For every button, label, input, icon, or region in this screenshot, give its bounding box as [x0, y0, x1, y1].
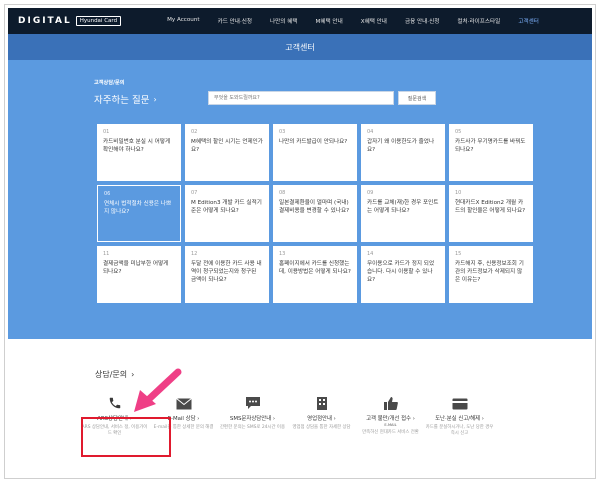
faq-card-text: M Edition3 개발 카드 실적기준은 어떻게 되나요?	[191, 200, 262, 215]
faq-card-number: 02	[191, 129, 198, 135]
faq-card-text: 무이용으로 카드가 정지 되었습니다. 다시 이용할 수 있나요?	[367, 261, 435, 284]
faq-card-number: 11	[103, 251, 110, 257]
page-title: 고객센터	[285, 42, 315, 52]
nav-item-culture[interactable]: 컬처·라이프스타일	[457, 17, 500, 25]
service-complaint[interactable]: 고객 불만/개선 접수 › E-MAIL 만족하신 현대카드 서비스 전환	[356, 395, 425, 437]
service-email[interactable]: E-Mail 상담 › E-mail을 통한 상세한 문의 해결	[149, 395, 218, 437]
phone-icon	[108, 395, 122, 410]
chat-icon	[245, 395, 261, 410]
search-button[interactable]: 질문검색	[398, 91, 436, 105]
search-input[interactable]	[208, 91, 394, 105]
service-branch[interactable]: 영업점안내 › 영업점 상담을 통한 자세한 상담	[287, 395, 356, 437]
faq-card[interactable]: 03 나만의 카드발급이 안되나요?	[273, 124, 357, 181]
service-label: SMS문자상담안내 ›	[229, 416, 276, 422]
service-description: E-mail을 통한 상세한 문의 해결	[153, 425, 214, 430]
faq-card-number: 04	[367, 129, 374, 135]
logo-badge: Hyundai Card	[75, 16, 122, 26]
breadcrumb: 고객상담/문의	[94, 80, 125, 86]
page-title-bar: 고객센터	[8, 34, 592, 60]
faq-card-number: 01	[103, 129, 110, 135]
faq-card[interactable]: 12 두달 전에 이용한 카드 사용 내역이 청구되었는지와 청구된 금액이 되나…	[185, 246, 269, 303]
service-label: 고객 불만/개선 접수 ›	[366, 416, 415, 422]
service-label: ARS상담안내 ›	[97, 416, 132, 422]
faq-card-text: 연체시 법적절차 신용은 나쁘지 않나요?	[104, 201, 172, 216]
faq-card-text: M혜택의 할인 시기는 언제인가요?	[191, 139, 263, 154]
nav-item-my-account[interactable]: My Account	[167, 17, 200, 25]
faq-card-text: 카드사가 무기명카드를 바꿔도 되나요?	[455, 139, 526, 154]
faq-card-number: 14	[367, 251, 374, 257]
faq-card-number: 12	[191, 251, 198, 257]
service-description: 간편한 문의는 SMS로 24시간 이용	[220, 425, 285, 430]
service-label: 도난·분실 신고/해제 ›	[435, 416, 484, 422]
mail-icon	[175, 395, 192, 410]
faq-card-number: 07	[191, 190, 198, 196]
faq-card[interactable]: 08 일본결제환율이 얼마며 (국내)결제비용을 변경할 수 있나요?	[273, 185, 357, 242]
faq-card-number: 15	[455, 251, 462, 257]
logo[interactable]: DIGITAL Hyundai Card	[18, 16, 122, 26]
faq-card[interactable]: 01 카드비밀번호 분실 시 어떻게 확인해야 하나요?	[97, 124, 181, 181]
nav-items: My Account 카드 안내·신청 나만의 혜택 M혜택 안내 X혜택 안내…	[167, 17, 557, 25]
service-label: E-Mail 상담 ›	[167, 416, 200, 422]
faq-card-text: 홈페이지에서 카드를 신청했는데, 이용방법은 어떻게 되나요?	[279, 261, 351, 276]
nav-item-card-info[interactable]: 카드 안내·신청	[218, 17, 252, 25]
service-description: 영업점 상담을 통한 자세한 상담	[292, 425, 351, 430]
nav-item-my-benefits[interactable]: 나만의 혜택	[270, 17, 298, 25]
faq-grid: 01 카드비밀번호 분실 시 어떻게 확인해야 하나요? 02 M혜택의 할인 시기…	[97, 124, 533, 303]
faq-card[interactable]: 09 카드를 교체(재)한 경우 포인트는 어떻게 되나요?	[361, 185, 445, 242]
building-icon	[316, 395, 328, 410]
faq-card[interactable]: 04 갑자기 왜 이용한도가 줄었나요?	[361, 124, 445, 181]
consult-heading-label: 상담/문의	[95, 370, 128, 379]
faq-card-text: 일본결제환율이 얼마며 (국내)결제비용을 변경할 수 있나요?	[279, 200, 350, 215]
faq-card[interactable]: 10 현대카드X Edition2 개월 카드의 할인율은 어떻게 되나요?	[449, 185, 533, 242]
nav-item-customer-center[interactable]: 고객센터	[518, 17, 539, 25]
faq-card[interactable]: 13 홈페이지에서 카드를 신청했는데, 이용방법은 어떻게 되나요?	[273, 246, 357, 303]
faq-card-text: 갑자기 왜 이용한도가 줄었나요?	[367, 139, 435, 154]
faq-card[interactable]: 15 카드해지 후, 신용정보조회 기관의 카드정보가 삭제되지 않은 이유는?	[449, 246, 533, 303]
faq-card-number: 08	[279, 190, 286, 196]
faq-card[interactable]: 11 결제금액을 미납부한 어떻게 되나요?	[97, 246, 181, 303]
nav-item-m-benefits[interactable]: M혜택 안내	[316, 17, 343, 25]
faq-card-text: 결제금액을 미납부한 어떻게 되나요?	[103, 261, 169, 276]
card-icon	[452, 395, 468, 410]
service-description: ARS 상담안내, 서비스 정, 이용가이드 확인	[81, 425, 148, 437]
faq-card-text: 나만의 카드발급이 안되나요?	[279, 139, 348, 146]
service-sublabel: E-MAIL	[384, 423, 397, 427]
faq-card[interactable]: 02 M혜택의 할인 시기는 언제인가요?	[185, 124, 269, 181]
thumbs-up-icon	[383, 395, 398, 410]
faq-card-selected[interactable]: 06 연체시 법적절차 신용은 나쁘지 않나요?	[97, 185, 181, 242]
service-description: 카드를 분실하시거나, 도난 당한 경우 즉시 신고	[425, 425, 494, 437]
faq-card-number: 10	[455, 190, 462, 196]
faq-card[interactable]: 05 카드사가 무기명카드를 바꿔도 되나요?	[449, 124, 533, 181]
faq-card-text: 현대카드X Edition2 개월 카드의 할인율은 어떻게 되나요?	[455, 200, 526, 215]
faq-card-text: 카드를 교체(재)한 경우 포인트는 어떻게 되나요?	[367, 200, 439, 215]
faq-card-number: 05	[455, 129, 462, 135]
faq-card-text: 카드비밀번호 분실 시 어떻게 확인해야 하나요?	[103, 139, 171, 154]
faq-card[interactable]: 14 무이용으로 카드가 정지 되었습니다. 다시 이용할 수 있나요?	[361, 246, 445, 303]
faq-card-text: 두달 전에 이용한 카드 사용 내역이 청구되었는지와 청구된 금액이 되나요?	[191, 261, 262, 284]
faq-heading-label: 자주하는 질문	[94, 95, 150, 106]
faq-card-number: 09	[367, 190, 374, 196]
nav-item-x-benefits[interactable]: X혜택 안내	[361, 17, 387, 25]
logo-text: DIGITAL	[18, 16, 72, 26]
faq-card-number: 03	[279, 129, 286, 135]
service-ars[interactable]: ARS상담안내 › ARS 상담안내, 서비스 정, 이용가이드 확인	[80, 395, 149, 437]
service-sms[interactable]: SMS문자상담안내 › 간편한 문의는 SMS로 24시간 이용	[218, 395, 287, 437]
service-label: 영업점안내 ›	[307, 416, 336, 422]
faq-card-number: 06	[104, 191, 111, 197]
faq-heading[interactable]: 자주하는 질문 ›	[94, 92, 157, 107]
faq-card[interactable]: 07 M Edition3 개발 카드 실적기준은 어떻게 되나요?	[185, 185, 269, 242]
chevron-right-icon: ›	[153, 94, 157, 104]
nav-item-finance[interactable]: 금융 안내·신청	[405, 17, 439, 25]
faq-card-number: 13	[279, 251, 286, 257]
service-lost-card[interactable]: 도난·분실 신고/해제 › 카드를 분실하시거나, 도난 당한 경우 즉시 신고	[425, 395, 494, 437]
service-list: ARS상담안내 › ARS 상담안내, 서비스 정, 이용가이드 확인 E-Ma…	[80, 395, 494, 437]
service-description: 만족하신 현대카드 서비스 전환	[362, 430, 419, 435]
faq-card-text: 카드해지 후, 신용정보조회 기관의 카드정보가 삭제되지 않은 이유는?	[455, 261, 524, 284]
top-navigation: DIGITAL Hyundai Card My Account 카드 안내·신청…	[8, 8, 592, 34]
faq-section: 고객센터 고객상담/문의 자주하는 질문 › 질문검색 01 카드비밀번호 분실 …	[8, 34, 592, 339]
